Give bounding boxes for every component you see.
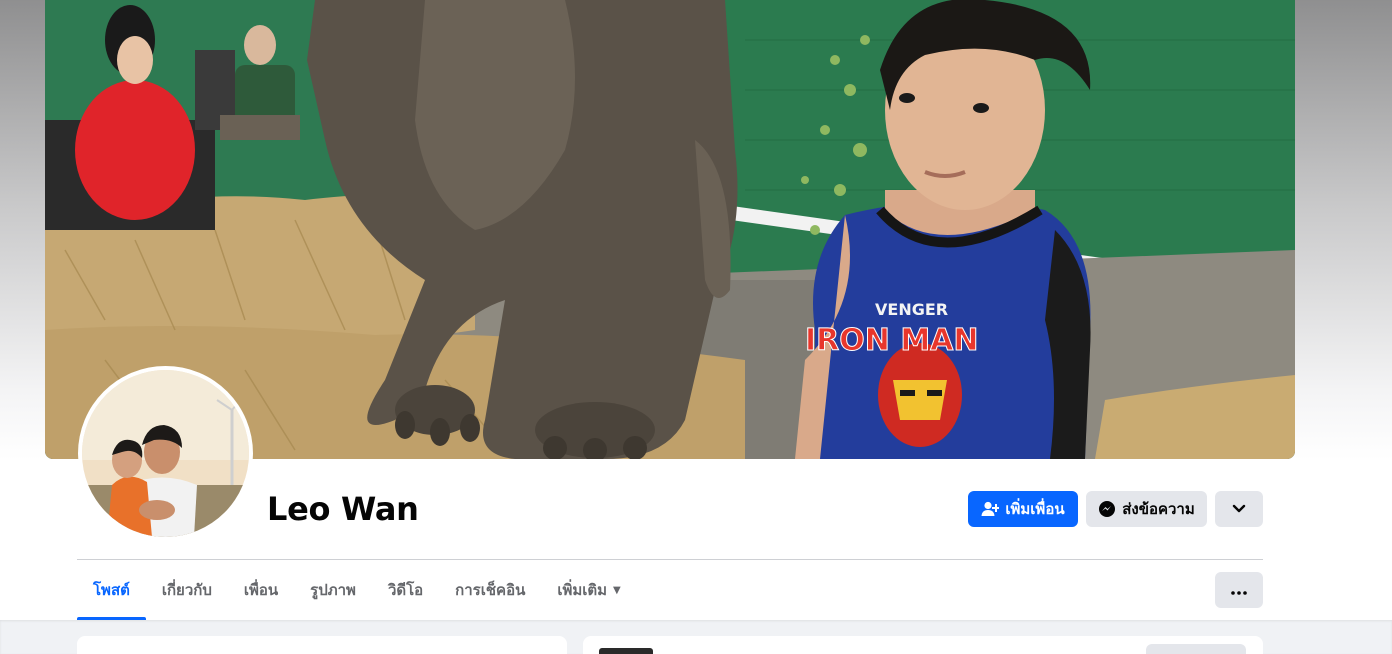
tab-friends[interactable]: เพื่อน — [228, 560, 294, 620]
message-button[interactable]: ส่งข้อความ — [1086, 491, 1207, 527]
add-friend-button[interactable]: เพิ่มเพื่อน — [968, 491, 1078, 527]
posts-card — [583, 636, 1263, 654]
tab-more-label: เพิ่มเติม — [557, 581, 608, 599]
cover-photo[interactable]: VENGER IRON MAN — [45, 0, 1295, 459]
profile-tabs: โพสต์ เกี่ยวกับ เพื่อน รูปภาพ วิดีโอ การ… — [77, 560, 637, 620]
tab-about[interactable]: เกี่ยวกับ — [146, 560, 228, 620]
messenger-icon — [1098, 500, 1116, 518]
tab-check-ins[interactable]: การเช็คอิน — [439, 560, 541, 620]
person-plus-icon — [981, 501, 1000, 517]
tab-more[interactable]: เพิ่มเติม ▼ — [541, 560, 636, 620]
shirt-text-line2: IRON MAN — [805, 323, 979, 358]
tab-posts-label: โพสต์ — [93, 581, 130, 599]
tab-friends-label: เพื่อน — [243, 581, 279, 599]
profile-name: Leo Wan — [267, 490, 419, 528]
add-friend-label: เพิ่มเพื่อน — [1005, 500, 1065, 518]
intro-card — [77, 636, 567, 654]
tab-videos-label: วิดีโอ — [387, 581, 424, 599]
message-label: ส่งข้อความ — [1122, 500, 1195, 518]
tab-posts[interactable]: โพสต์ — [77, 560, 146, 620]
more-options-button[interactable] — [1215, 491, 1263, 527]
ellipsis-icon — [1231, 581, 1247, 599]
tab-about-label: เกี่ยวกับ — [161, 581, 212, 599]
shirt-text-line1: VENGER — [875, 300, 948, 319]
tab-photos-label: รูปภาพ — [310, 581, 356, 599]
tab-photos[interactable]: รูปภาพ — [294, 560, 372, 620]
chevron-down-icon — [1232, 500, 1246, 518]
caret-down-icon: ▼ — [613, 584, 621, 596]
tab-videos[interactable]: วิดีโอ — [372, 560, 439, 620]
posts-card-heading — [599, 648, 653, 654]
profile-options-button[interactable] — [1215, 572, 1263, 608]
profile-avatar[interactable] — [78, 366, 253, 541]
posts-filter-button[interactable] — [1146, 644, 1246, 654]
tab-check-ins-label: การเช็คอิน — [455, 581, 526, 599]
